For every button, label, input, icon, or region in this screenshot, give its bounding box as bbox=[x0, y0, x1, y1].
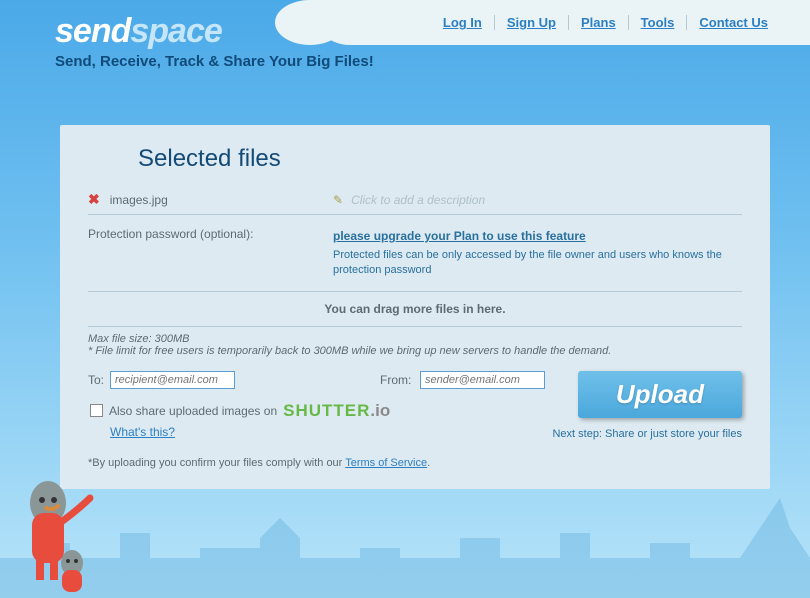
file-name: images.jpg bbox=[110, 193, 168, 207]
panel-title: Selected files bbox=[138, 145, 742, 173]
from-label: From: bbox=[380, 373, 420, 387]
tos-row: *By uploading you confirm your files com… bbox=[88, 457, 742, 469]
shutter-brand: SHUTTER bbox=[283, 401, 370, 421]
main-panel: Selected files ✖ images.jpg ✎ Click to a… bbox=[60, 125, 770, 489]
nav-tools[interactable]: Tools bbox=[629, 15, 688, 30]
pencil-icon: ✎ bbox=[333, 193, 343, 207]
to-label: To: bbox=[88, 373, 110, 387]
nav-contact[interactable]: Contact Us bbox=[687, 15, 780, 30]
desc-placeholder: Click to add a description bbox=[351, 193, 485, 207]
tos-link[interactable]: Terms of Service bbox=[345, 457, 427, 469]
tos-prefix: *By uploading you confirm your files com… bbox=[88, 457, 345, 469]
logo-part1: send bbox=[55, 12, 130, 51]
mascot-character bbox=[10, 468, 100, 598]
upload-button[interactable]: Upload bbox=[578, 371, 742, 418]
remove-file-icon[interactable]: ✖ bbox=[88, 191, 100, 208]
upgrade-link[interactable]: please upgrade your Plan to use this fea… bbox=[333, 229, 586, 243]
limits-info: Max file size: 300MB * File limit for fr… bbox=[88, 327, 742, 371]
file-description[interactable]: ✎ Click to add a description bbox=[333, 193, 485, 207]
nav-plans[interactable]: Plans bbox=[569, 15, 629, 30]
shutter-label: Also share uploaded images on bbox=[109, 404, 277, 418]
limit-note: * File limit for free users is temporari… bbox=[88, 345, 742, 357]
cityscape-decoration bbox=[0, 488, 810, 598]
file-row: ✖ images.jpg ✎ Click to add a descriptio… bbox=[88, 185, 742, 215]
next-step-text: Next step: Share or just store your file… bbox=[552, 428, 742, 440]
shutter-logo[interactable]: SHUTTER.io bbox=[283, 401, 390, 421]
tos-suffix: . bbox=[427, 457, 430, 469]
to-input[interactable] bbox=[110, 371, 235, 389]
max-size: Max file size: 300MB bbox=[88, 333, 742, 345]
from-input[interactable] bbox=[420, 371, 545, 389]
password-label: Protection password (optional): bbox=[88, 227, 333, 279]
shutter-suffix: .io bbox=[370, 401, 390, 421]
logo-part2: space bbox=[130, 12, 221, 51]
protected-info: Protected files can be only accessed by … bbox=[333, 248, 742, 279]
tagline: Send, Receive, Track & Share Your Big Fi… bbox=[55, 53, 810, 70]
nav-login[interactable]: Log In bbox=[431, 15, 495, 30]
top-nav: Log In Sign Up Plans Tools Contact Us bbox=[310, 0, 810, 45]
drag-drop-area[interactable]: You can drag more files in here. bbox=[88, 292, 742, 327]
password-row: Protection password (optional): please u… bbox=[88, 215, 742, 292]
nav-signup[interactable]: Sign Up bbox=[495, 15, 569, 30]
whats-this-link[interactable]: What's this? bbox=[110, 425, 175, 439]
shutter-checkbox[interactable] bbox=[90, 404, 103, 417]
